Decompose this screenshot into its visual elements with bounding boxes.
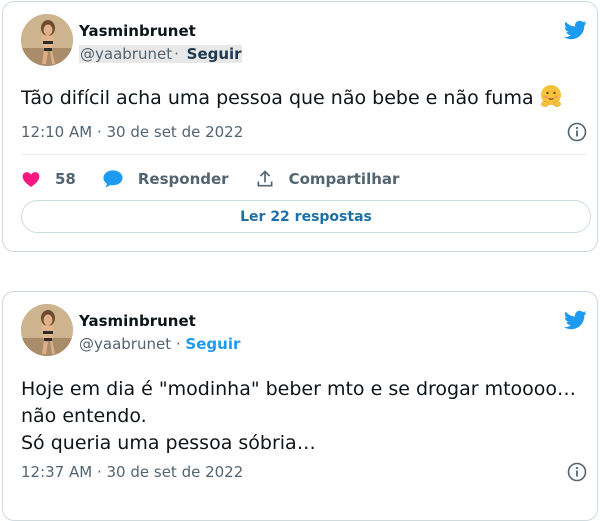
separator-dot: · xyxy=(175,335,181,353)
timestamp[interactable]: 12:37 AM · 30 de set de 2022 xyxy=(21,463,243,481)
author-handle[interactable]: @yaabrunet xyxy=(79,335,171,353)
separator-dot: · xyxy=(173,45,180,63)
tweet-text-line: não entendo. xyxy=(21,405,147,427)
info-icon[interactable] xyxy=(567,462,587,482)
author-handle[interactable]: @yaabrunet xyxy=(79,45,174,63)
speech-bubble-icon xyxy=(103,170,123,188)
read-replies-button[interactable]: Ler 22 respostas xyxy=(21,200,591,233)
info-icon[interactable] xyxy=(567,122,587,142)
share-upload-icon xyxy=(257,170,273,187)
share-label: Compartilhar xyxy=(288,170,400,188)
tweet-text: Hoje em dia é "modinha" beber mto e se d… xyxy=(21,376,576,457)
reply-button[interactable]: Responder xyxy=(102,169,229,189)
reply-label: Responder xyxy=(137,170,229,188)
author-name[interactable]: Yasminbrunet xyxy=(79,22,196,40)
heart-icon xyxy=(22,172,40,187)
avatar[interactable] xyxy=(21,14,73,66)
tweet-text-line: Só queria uma pessoa sóbria… xyxy=(21,432,316,454)
twitter-bird-icon[interactable] xyxy=(563,18,587,42)
blushing-smiley-icon xyxy=(540,85,561,107)
tweet-text: Tão difícil acha uma pessoa que não bebe… xyxy=(21,83,564,112)
tweet-text-content: Tão difícil acha uma pessoa que não bebe… xyxy=(21,87,534,109)
share-button[interactable]: Compartilhar xyxy=(255,169,400,189)
tweet-card[interactable]: Yasminbrunet @yaabrunet · Seguir Tão difí… xyxy=(2,1,598,252)
like-button[interactable]: 58 xyxy=(21,169,76,189)
handle-row: @yaabrunet · Seguir xyxy=(79,45,242,63)
author-name[interactable]: Yasminbrunet xyxy=(79,312,196,330)
tweet-text-line: Hoje em dia é "modinha" beber mto e se d… xyxy=(21,378,577,400)
tweet-card[interactable]: Yasminbrunet @yaabrunet · Seguir Hoje em… xyxy=(2,291,598,521)
tweet-actions: 58 Responder Compartilhar xyxy=(21,168,399,190)
timestamp[interactable]: 12:10 AM · 30 de set de 2022 xyxy=(21,123,243,141)
follow-button[interactable]: Seguir xyxy=(186,45,242,63)
avatar[interactable] xyxy=(21,304,73,356)
follow-button[interactable]: Seguir xyxy=(185,335,240,353)
divider xyxy=(21,154,587,155)
twitter-bird-icon[interactable] xyxy=(563,308,587,332)
handle-row: @yaabrunet · Seguir xyxy=(79,335,240,353)
like-count: 58 xyxy=(55,170,76,188)
